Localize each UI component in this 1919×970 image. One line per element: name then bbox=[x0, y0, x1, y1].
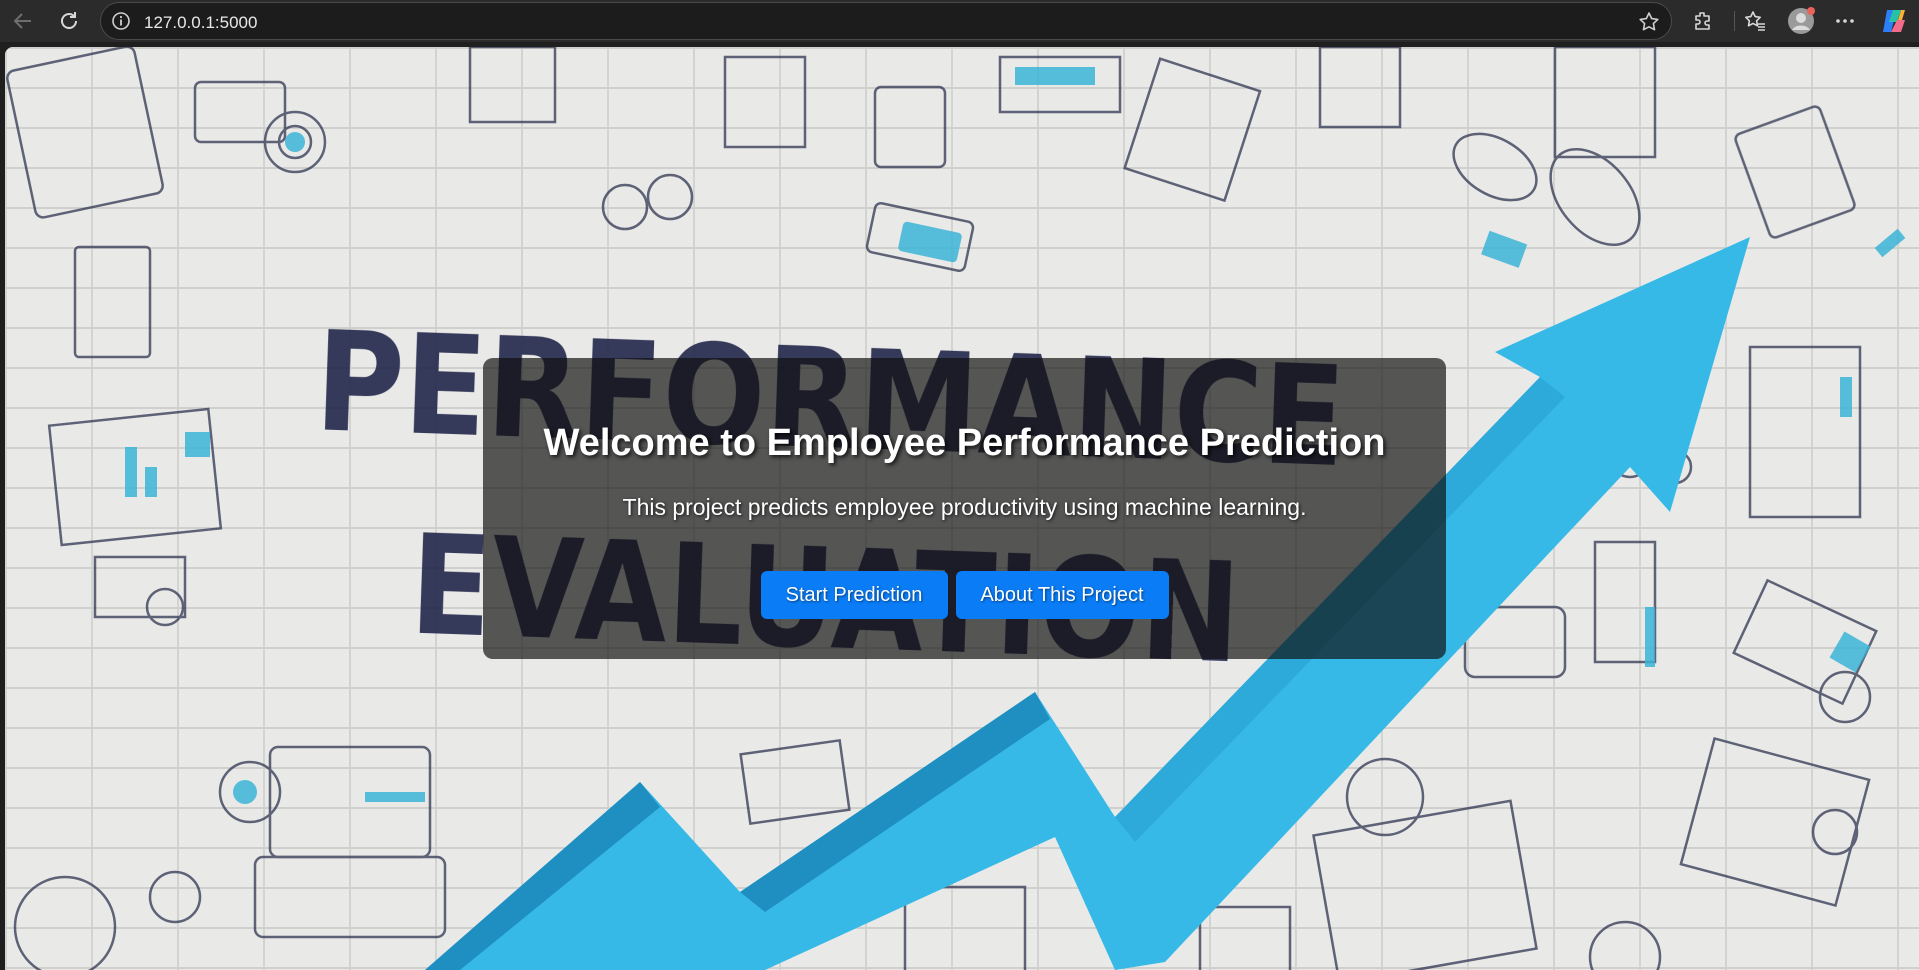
favorite-star-icon[interactable] bbox=[1637, 10, 1661, 34]
page-viewport: PERFORMANCE EVALUATION Welcome to Employ… bbox=[5, 47, 1919, 970]
page-subtitle: This project predicts employee productiv… bbox=[622, 494, 1307, 520]
start-prediction-button[interactable]: Start Prediction bbox=[760, 571, 948, 619]
profile-avatar-icon[interactable] bbox=[1786, 6, 1816, 36]
page-title: Welcome to Employee Performance Predicti… bbox=[543, 422, 1386, 464]
toolbar-divider bbox=[1734, 11, 1735, 31]
extensions-icon[interactable] bbox=[1690, 8, 1716, 34]
about-project-button[interactable]: About This Project bbox=[955, 571, 1169, 619]
site-info-icon[interactable] bbox=[111, 11, 131, 31]
address-bar[interactable]: 127.0.0.1:5000 bbox=[100, 2, 1672, 40]
more-options-icon[interactable] bbox=[1832, 8, 1858, 34]
copilot-icon[interactable] bbox=[1878, 5, 1910, 37]
favorites-icon[interactable] bbox=[1742, 8, 1768, 34]
back-icon[interactable] bbox=[10, 8, 36, 34]
welcome-card: Welcome to Employee Performance Predicti… bbox=[483, 358, 1446, 659]
button-row: Start Prediction About This Project bbox=[483, 571, 1446, 619]
url-text[interactable]: 127.0.0.1:5000 bbox=[144, 13, 257, 33]
reload-icon[interactable] bbox=[56, 8, 82, 34]
browser-toolbar: 127.0.0.1:5000 bbox=[0, 0, 1919, 42]
